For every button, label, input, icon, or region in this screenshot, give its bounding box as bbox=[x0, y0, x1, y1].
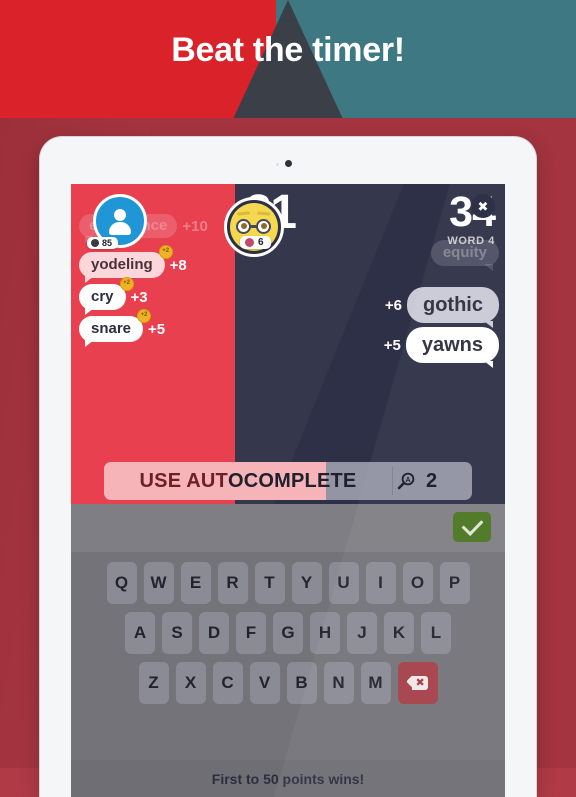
key-u[interactable]: U bbox=[328, 562, 359, 604]
key-b[interactable]: B bbox=[286, 662, 317, 704]
checkmark-icon bbox=[461, 513, 483, 537]
key-d[interactable]: D bbox=[199, 612, 229, 654]
left-word-row-1: yodeling +2 +8 bbox=[79, 245, 187, 283]
word-points: +10 bbox=[182, 217, 208, 235]
key-p[interactable]: P bbox=[439, 562, 470, 604]
keyboard-footer-text: First to 50 points wins! bbox=[71, 760, 505, 797]
left-avatar-badge: 85 bbox=[87, 237, 119, 249]
key-i[interactable]: I bbox=[365, 562, 396, 604]
keyboard-area: Q W E R T Y U I O P A S D F G H J K L Z … bbox=[71, 504, 505, 797]
page-title: Beat the timer! bbox=[171, 31, 405, 69]
key-j[interactable]: J bbox=[347, 612, 377, 654]
word-text: cry bbox=[91, 288, 114, 305]
coin-badge: +2 bbox=[137, 309, 152, 323]
key-o[interactable]: O bbox=[402, 562, 433, 604]
autocomplete-label: USE AUT OCOMPLETE bbox=[104, 462, 392, 500]
key-r[interactable]: R bbox=[217, 562, 248, 604]
autocomplete-count: A 2 bbox=[396, 462, 437, 500]
right-word-row-2: +5 yawns bbox=[383, 327, 499, 368]
key-q[interactable]: Q bbox=[106, 562, 137, 604]
person-avatar-icon bbox=[107, 208, 133, 235]
sensor-dot-icon bbox=[276, 163, 279, 166]
word-bubble: cry +2 bbox=[79, 277, 134, 315]
key-v[interactable]: V bbox=[249, 662, 280, 704]
key-t[interactable]: T bbox=[254, 562, 285, 604]
word-points: +6 bbox=[384, 296, 402, 314]
game-area: 34 WORD 4 85 experience +10 yode bbox=[71, 184, 505, 504]
key-w[interactable]: W bbox=[143, 562, 174, 604]
close-x-icon: ✖ bbox=[477, 198, 489, 214]
word-text: yodeling bbox=[91, 256, 153, 273]
key-h[interactable]: H bbox=[310, 612, 340, 654]
key-f[interactable]: F bbox=[236, 612, 266, 654]
word-text: gothic bbox=[423, 294, 483, 316]
key-e[interactable]: E bbox=[180, 562, 211, 604]
word-text: yawns bbox=[421, 334, 483, 356]
key-z[interactable]: Z bbox=[138, 662, 169, 704]
keyboard-row-0: Q W E R T Y U I O P bbox=[71, 562, 505, 604]
autocomplete-label-highlight: USE AUT bbox=[139, 469, 228, 492]
key-x[interactable]: X bbox=[175, 662, 206, 704]
word-points: +5 bbox=[148, 320, 166, 338]
keyboard-row-2: Z X C V B N M ✖ bbox=[71, 662, 505, 704]
backspace-key[interactable]: ✖ bbox=[397, 662, 438, 704]
left-word-row-3: snare +2 +5 bbox=[79, 309, 166, 347]
word-bubble: snare +2 bbox=[79, 309, 152, 347]
word-points: +8 bbox=[169, 256, 187, 274]
submit-button[interactable] bbox=[453, 512, 491, 542]
word-bubble: equity bbox=[430, 240, 499, 271]
on-screen-keyboard: Q W E R T Y U I O P A S D F G H J K L Z … bbox=[71, 552, 505, 760]
app-screen: 34 WORD 4 85 experience +10 yode bbox=[71, 184, 505, 797]
autocomplete-divider bbox=[392, 467, 393, 495]
left-word-row-2: cry +2 +3 bbox=[79, 277, 148, 315]
key-k[interactable]: K bbox=[384, 612, 414, 654]
autocomplete-label-rest: OCOMPLETE bbox=[227, 469, 357, 492]
right-word-row-0: equity bbox=[426, 240, 499, 271]
word-points: +5 bbox=[383, 336, 401, 354]
use-autocomplete-button[interactable]: USE AUT OCOMPLETE A 2 bbox=[104, 462, 472, 500]
right-word-row-1: +6 gothic bbox=[384, 287, 499, 328]
key-m[interactable]: M bbox=[360, 662, 391, 704]
autocomplete-count-value: 2 bbox=[426, 469, 438, 492]
keyboard-top-bar bbox=[71, 504, 505, 552]
word-bubble: yodeling +2 bbox=[79, 245, 173, 283]
camera-dot-icon bbox=[285, 160, 292, 167]
key-y[interactable]: Y bbox=[291, 562, 322, 604]
right-badge-value: 6 bbox=[258, 237, 264, 248]
key-c[interactable]: C bbox=[212, 662, 243, 704]
word-points: +3 bbox=[130, 288, 148, 306]
key-l[interactable]: L bbox=[421, 612, 451, 654]
word-text: equity bbox=[442, 244, 487, 261]
coin-badge: +2 bbox=[119, 277, 134, 291]
key-g[interactable]: G bbox=[273, 612, 303, 654]
svg-text:A: A bbox=[405, 477, 410, 484]
word-bubble: yawns bbox=[405, 327, 499, 368]
word-bubble: gothic bbox=[407, 287, 499, 328]
left-badge-value: 85 bbox=[102, 238, 113, 248]
magnifier-a-icon: A bbox=[397, 472, 415, 490]
right-avatar-badge: 6 bbox=[240, 236, 271, 249]
backspace-icon: ✖ bbox=[405, 675, 428, 690]
key-s[interactable]: S bbox=[162, 612, 192, 654]
coin-badge: +2 bbox=[158, 245, 173, 259]
close-button[interactable]: ✖ bbox=[471, 194, 495, 218]
brain-icon bbox=[245, 238, 254, 247]
word-text: snare bbox=[91, 320, 132, 337]
key-n[interactable]: N bbox=[323, 662, 354, 704]
tablet-device-frame: 34 WORD 4 85 experience +10 yode bbox=[40, 137, 536, 797]
key-a[interactable]: A bbox=[125, 612, 155, 654]
keyboard-row-1: A S D F G H J K L bbox=[71, 612, 505, 654]
dark-dot-icon bbox=[91, 239, 99, 247]
